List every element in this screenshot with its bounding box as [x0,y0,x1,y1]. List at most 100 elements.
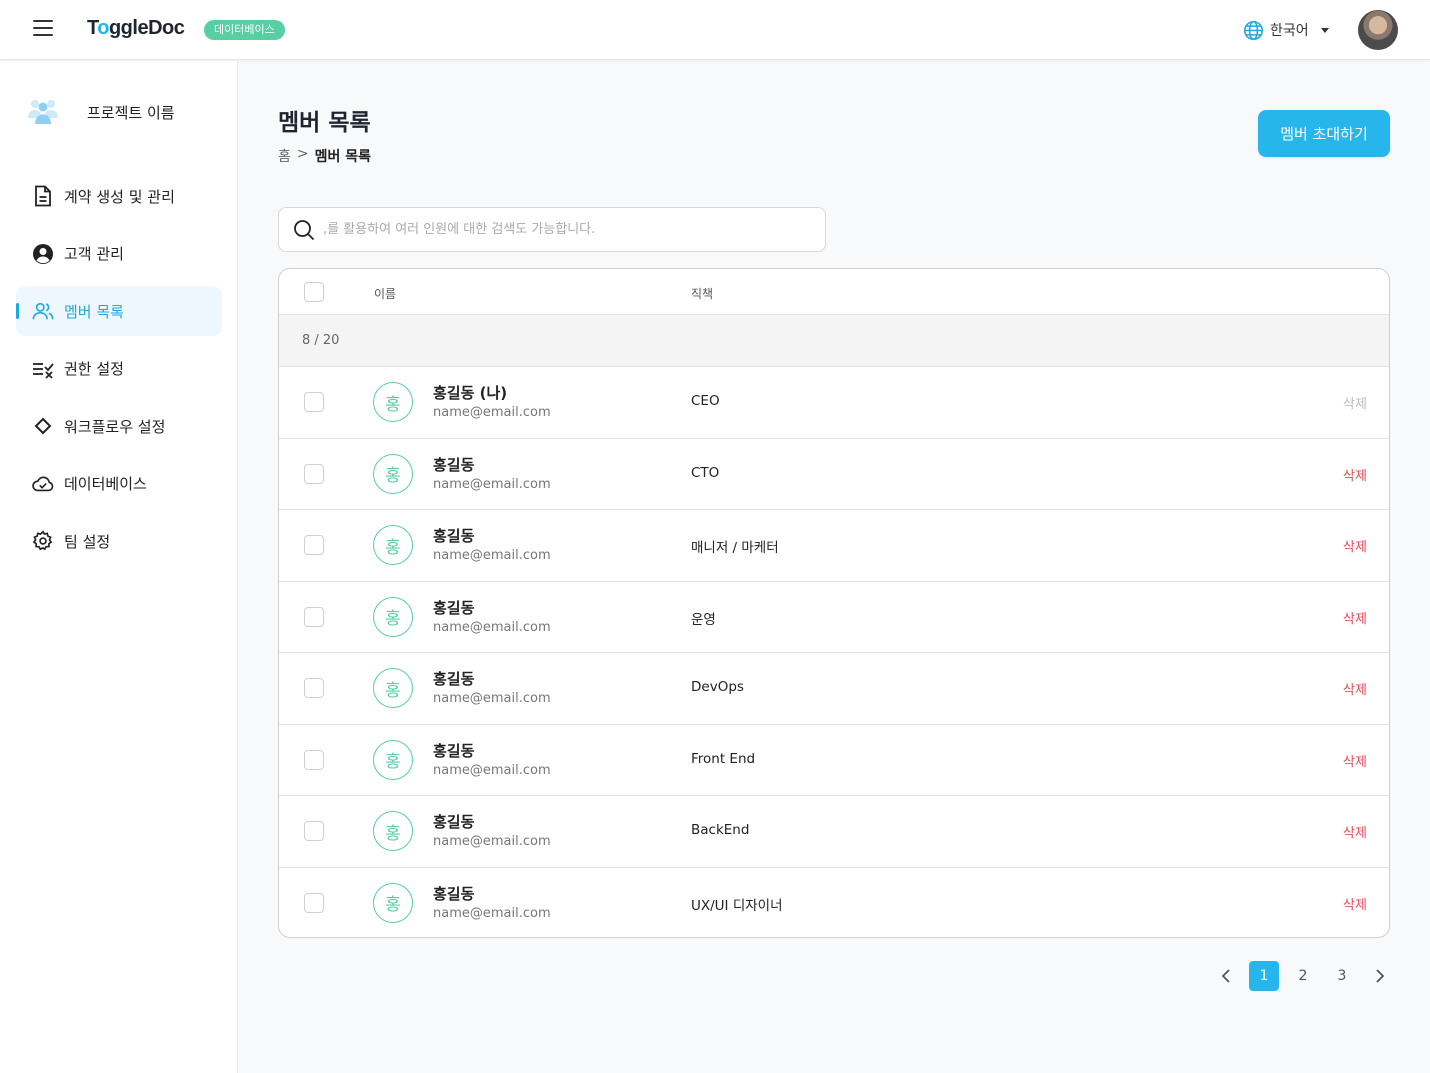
sidebar-item-label: 워크플로우 설정 [64,417,166,436]
breadcrumb-current: 멤버 목록 [314,149,372,165]
member-name: 홍길동 [433,884,475,903]
delete-member-button[interactable]: 삭제 [1343,751,1367,770]
member-avatar: 홍 [373,382,413,422]
project-header[interactable]: 프로젝트 이름 [27,96,175,126]
chevron-right-icon [1376,969,1385,983]
language-label: 한국어 [1270,23,1309,39]
sidebar-item-label: 계약 생성 및 관리 [64,187,175,206]
member-email: name@email.com [433,905,551,921]
delete-member-button[interactable]: 삭제 [1343,679,1367,698]
member-count: 8 / 20 [302,333,340,348]
pagination: 123 [1212,961,1394,991]
project-name: 프로젝트 이름 [87,104,175,122]
delete-member-button[interactable]: 삭제 [1343,536,1367,555]
sidebar-item-label: 팀 설정 [64,532,111,551]
member-email: name@email.com [433,691,551,706]
member-email: name@email.com [433,405,551,420]
page-numbers: 123 [1249,961,1357,991]
chevron-down-icon [1320,27,1329,33]
sidebar-item-contracts[interactable]: 계약 생성 및 관리 [16,171,222,221]
table-row: 홍 홍길동 name@email.com Front End 삭제 [279,725,1389,796]
sidebar-item-customers[interactable]: 고객 관리 [16,229,222,279]
row-checkbox[interactable] [304,749,324,770]
row-checkbox[interactable] [304,892,324,913]
globe-icon [1243,20,1264,40]
member-email: name@email.com [433,619,551,635]
member-email: name@email.com [433,834,551,849]
member-name: 홍길동 [433,455,475,474]
user-avatar[interactable] [1358,10,1398,50]
member-count-row: 8 / 20 [279,315,1389,367]
breadcrumb: 홈 > 멤버 목록 [278,146,371,166]
hamburger-menu-icon[interactable] [33,20,53,36]
table-row: 홍 홍길동 name@email.com DevOps 삭제 [279,653,1389,725]
delete-member-button[interactable]: 삭제 [1343,608,1367,627]
member-name: 홍길동 [433,670,475,688]
delete-member-button[interactable]: 삭제 [1343,894,1367,913]
cloud-check-icon [32,473,54,495]
member-avatar: 홍 [373,811,413,851]
page-3-button[interactable]: 3 [1327,961,1357,991]
user-circle-icon [32,243,54,265]
member-avatar: 홍 [373,596,413,637]
member-role: 운영 [691,611,716,628]
sidebar-item-database[interactable]: 데이터베이스 [16,459,222,509]
page-1-button[interactable]: 1 [1249,961,1279,991]
table-row: 홍 홍길동 name@email.com 운영 삭제 [279,582,1389,653]
member-email: name@email.com [433,548,551,563]
member-name: 홍길동 [433,598,475,617]
app-logo[interactable]: ToggleDoc [87,17,185,40]
sidebar-item-members[interactable]: 멤버 목록 [16,286,222,336]
top-bar: ToggleDoc 데이터베이스 한국어 [0,0,1430,60]
users-icon [32,300,54,322]
member-avatar: 홍 [373,668,413,708]
member-name: 홍길동 (나) [433,384,508,402]
member-role: CEO [691,393,720,409]
table-body: 홍 홍길동 (나) name@email.com CEO 삭제 홍 홍길동 name@emai… [279,367,1389,937]
language-selector[interactable]: 한국어 [1243,19,1329,41]
search-icon [294,219,315,240]
member-email: name@email.com [433,476,551,492]
sidebar-menu: 계약 생성 및 관리 고객 관리 멤버 목록 권한 설정 워크플로우 설정 데이… [16,171,222,574]
row-checkbox[interactable] [304,535,324,555]
row-checkbox[interactable] [304,678,324,698]
sidebar-item-workflow[interactable]: 워크플로우 설정 [16,401,222,451]
sidebar-item-label: 데이터베이스 [64,475,147,493]
gear-icon [32,530,54,552]
permission-list-icon [32,358,54,380]
page-title: 멤버 목록 [278,110,371,136]
member-role: 매니저 / 마케터 [691,540,779,556]
member-name: 홍길동 [433,527,475,545]
sidebar: 프로젝트 이름 계약 생성 및 관리 고객 관리 멤버 목록 권한 설정 워크플… [0,61,238,1073]
member-avatar: 홍 [373,739,413,780]
table-row: 홍 홍길동 name@email.com BackEnd 삭제 [279,796,1389,868]
column-header-role: 직책 [691,287,714,301]
member-email: name@email.com [433,762,551,778]
row-checkbox[interactable] [304,606,324,627]
sidebar-item-permissions[interactable]: 권한 설정 [16,344,222,394]
members-table: 이름 직책 8 / 20 홍 홍길동 (나) name@email.com CEO 삭제… [278,268,1390,938]
member-role: UX/UI 디자이너 [691,897,783,914]
breadcrumb-home[interactable]: 홈 [278,146,291,166]
search-input[interactable] [323,222,803,237]
delete-member-button[interactable]: 삭제 [1343,465,1367,484]
delete-member-button[interactable]: 삭제 [1343,822,1367,841]
sidebar-item-team-settings[interactable]: 팀 설정 [16,516,222,566]
breadcrumb-separator: > [296,146,309,162]
table-header: 이름 직책 [279,269,1389,315]
table-row: 홍 홍길동 (나) name@email.com CEO 삭제 [279,367,1389,439]
row-checkbox[interactable] [304,392,324,412]
sidebar-item-label: 멤버 목록 [64,302,124,321]
member-name: 홍길동 [433,741,475,760]
page-2-button[interactable]: 2 [1288,961,1318,991]
prev-page-button[interactable] [1212,961,1240,991]
member-name: 홍길동 [433,813,475,831]
member-role: DevOps [691,679,744,695]
team-icon [27,96,59,126]
next-page-button[interactable] [1366,961,1394,991]
database-badge: 데이터베이스 [204,20,285,40]
row-checkbox[interactable] [304,821,324,841]
row-checkbox[interactable] [304,463,324,484]
select-all-checkbox[interactable] [304,282,324,302]
invite-member-button[interactable]: 멤버 초대하기 [1258,110,1390,157]
